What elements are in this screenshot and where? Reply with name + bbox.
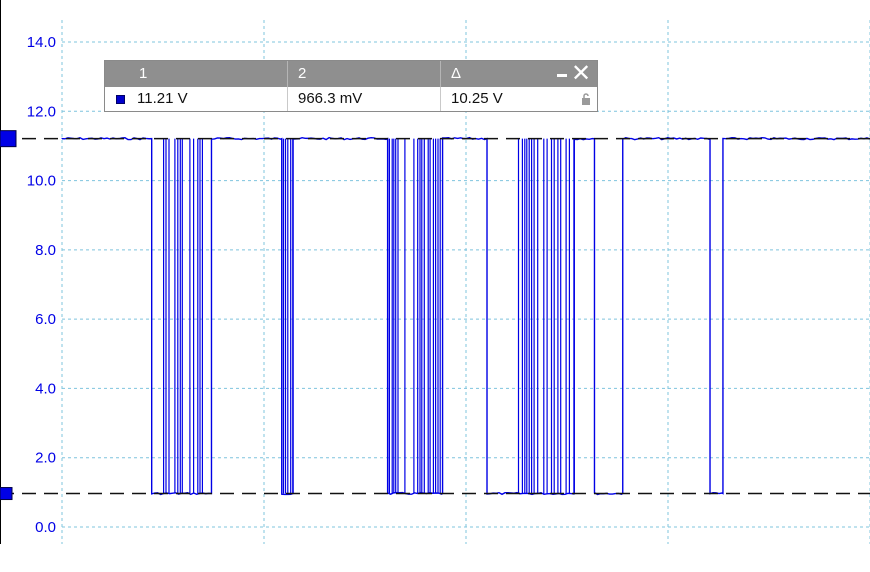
trace-pulses	[387, 138, 441, 494]
y-tick-label: 2.0	[35, 450, 56, 467]
minimize-icon[interactable]	[557, 74, 567, 77]
cursor-1-header: 1	[139, 65, 148, 82]
y-tick-label: 8.0	[35, 242, 56, 259]
y-tick-label: 14.0	[27, 34, 56, 51]
trace-pulses	[163, 138, 203, 494]
y-axis-ticks: 0.0 2.0 4.0 6.0 8.0 10.0 12.0 14.0	[27, 34, 56, 536]
trace-pulses	[281, 138, 294, 494]
cursor-table-header: 1 2 Δ ✕	[105, 61, 597, 87]
y-tick-label: 12.0	[27, 103, 56, 120]
cursor-readout-table[interactable]: 1 2 Δ ✕ 11.21 V 966.3 mV 10.25 V	[104, 60, 598, 112]
delta-value: 10.25 V	[440, 87, 597, 111]
close-icon[interactable]: ✕	[570, 61, 592, 85]
cursor-1-value: 11.21 V	[137, 90, 188, 107]
cursor-marker-1	[0, 130, 17, 148]
trace-pulses	[517, 138, 575, 494]
y-tick-label: 10.0	[27, 173, 56, 190]
y-tick-label: 4.0	[35, 380, 56, 397]
y-tick-label: 6.0	[35, 311, 56, 328]
lock-icon[interactable]	[581, 93, 591, 105]
cursor-2-header: 2	[287, 61, 440, 87]
y-tick-label: 0.0	[35, 519, 56, 536]
cursor-marker-2	[0, 487, 13, 501]
cursor-2-value: 966.3 mV	[287, 87, 440, 111]
cursor-table-row: 11.21 V 966.3 mV 10.25 V	[105, 87, 597, 111]
